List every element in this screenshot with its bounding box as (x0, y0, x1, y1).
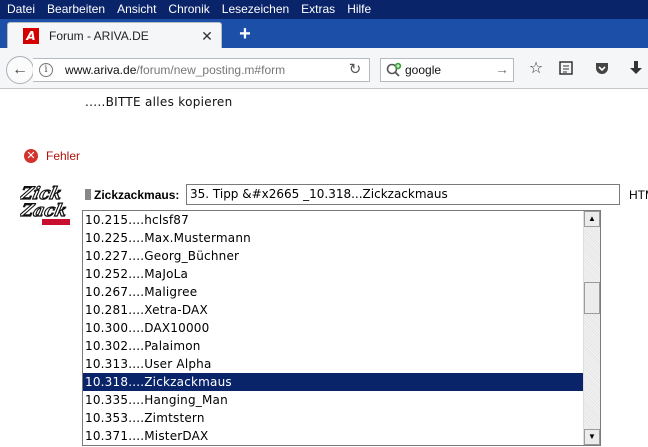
close-tab-icon[interactable]: ✕ (199, 28, 215, 44)
list-item[interactable]: 10.302....Palaimon (83, 337, 583, 355)
list-item[interactable]: 10.300....DAX10000 (83, 319, 583, 337)
error-label: Fehler (46, 149, 81, 163)
menu-ansicht[interactable]: Ansicht (110, 0, 161, 19)
list-item[interactable]: 10.335....Hanging_Man (83, 391, 583, 409)
list-item[interactable]: 10.225....Max.Mustermann (83, 229, 583, 247)
listbox-scrollbar[interactable]: ▲ ▼ (583, 211, 600, 445)
list-item[interactable]: 10.353....Zimtstern (83, 409, 583, 427)
scroll-up-arrow-icon[interactable]: ▲ (584, 211, 600, 227)
user-avatar: Zick Zack (20, 184, 70, 225)
list-item[interactable]: 10.215....hclsf87 (83, 211, 583, 229)
menu-chronik[interactable]: Chronik (161, 0, 214, 19)
url-host: www.ariva.de (65, 63, 137, 77)
svg-text:Zack: Zack (20, 201, 69, 221)
error-x-icon: ✕ (24, 149, 38, 163)
copy-hint-text: .....BITTE alles kopieren (85, 95, 233, 109)
back-button[interactable]: ← (6, 56, 34, 84)
list-item[interactable]: 10.227....Georg_Büchner (83, 247, 583, 265)
search-icon (386, 62, 402, 77)
url-text: www.ariva.de/forum/new_posting.m#form (65, 63, 285, 77)
pocket-icon[interactable] (593, 60, 611, 78)
username-label: Zickzackmaus: (85, 186, 179, 203)
username-text: Zickzackmaus: (94, 187, 180, 202)
tab-title: Forum - ARIVA.DE (49, 28, 149, 43)
new-tab-button[interactable]: + (232, 22, 258, 46)
menu-extras[interactable]: Extras (294, 0, 340, 19)
reload-icon[interactable]: ↻ (347, 62, 363, 78)
document-icon (85, 189, 91, 200)
url-bar[interactable]: i www.ariva.de/forum/new_posting.m#form … (33, 58, 370, 82)
scroll-down-arrow-icon[interactable]: ▼ (584, 429, 600, 445)
list-item[interactable]: 10.252....MaJoLa (83, 265, 583, 283)
search-bar[interactable]: google → (380, 58, 514, 82)
info-icon[interactable]: i (39, 63, 53, 77)
download-icon[interactable] (627, 60, 645, 78)
page-content: .....BITTE alles kopieren ✕ Fehler Zick … (0, 90, 648, 447)
menu-bearbeiten[interactable]: Bearbeiten (40, 0, 110, 19)
bookmark-star-icon[interactable]: ☆ (527, 60, 545, 78)
listbox-items: 10.215....hclsf87 10.225....Max.Musterman… (83, 211, 583, 445)
url-path: /forum/new_posting.m#form (136, 63, 286, 77)
list-item[interactable]: 10.318....Zickzackmaus (83, 373, 583, 391)
nav-bar: ← i www.ariva.de/forum/new_posting.m#for… (0, 48, 648, 89)
list-item[interactable]: 10.313....User Alpha (83, 355, 583, 373)
tab-forum[interactable]: A Forum - ARIVA.DE ✕ (7, 22, 222, 48)
menu-datei[interactable]: Datei (0, 0, 40, 19)
subject-input[interactable]: 35. Tipp &#x2665 _10.318...Zickzackmaus (186, 184, 620, 205)
reading-list-icon[interactable] (557, 60, 575, 78)
tab-strip: A Forum - ARIVA.DE ✕ + (0, 19, 648, 48)
menu-hilfe[interactable]: Hilfe (340, 0, 376, 19)
username-listbox[interactable]: 10.215....hclsf87 10.225....Max.Musterman… (82, 210, 601, 446)
list-item[interactable]: 10.267....Maligree (83, 283, 583, 301)
search-go-icon[interactable]: → (495, 61, 509, 77)
scrollbar-thumb[interactable] (584, 282, 600, 314)
ariva-favicon-icon: A (23, 27, 39, 44)
html-toggle[interactable]: HTML (629, 188, 648, 202)
list-item[interactable]: 10.371....MisterDAX (83, 427, 583, 445)
menu-lesezeichen[interactable]: Lesezeichen (215, 0, 294, 19)
search-input[interactable]: google (405, 63, 441, 77)
error-message: ✕ Fehler (24, 149, 80, 163)
list-item[interactable]: 10.281....Xetra-DAX (83, 301, 583, 319)
menu-bar: Datei Bearbeiten Ansicht Chronik Lesezei… (0, 0, 648, 19)
